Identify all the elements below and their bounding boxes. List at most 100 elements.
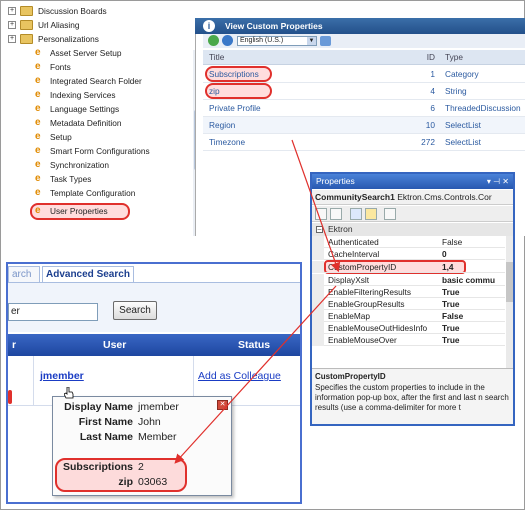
- property-name: EnableMouseOutHidesInfo: [328, 323, 428, 333]
- property-value[interactable]: False: [442, 310, 506, 322]
- window-buttons[interactable]: ▾ ⊣ ✕: [487, 174, 509, 189]
- field-key: Display Name: [64, 401, 133, 413]
- cell-title[interactable]: Private Profile: [209, 100, 261, 117]
- alphabetical-icon[interactable]: [330, 208, 342, 220]
- cell-id: 10: [425, 120, 435, 130]
- properties-scrollbar[interactable]: [506, 236, 513, 368]
- events-icon[interactable]: [365, 208, 377, 220]
- category-ektron[interactable]: – Ektron: [312, 223, 513, 236]
- cell-type: SelectList: [445, 137, 481, 147]
- table-row[interactable]: Timezone 272 SelectList: [203, 134, 525, 151]
- hand-cursor-icon: [64, 387, 74, 399]
- properties-title: Properties: [316, 176, 355, 186]
- folder-icon: [20, 6, 33, 16]
- property-row[interactable]: EnableMap False: [312, 310, 505, 322]
- tree-item-label: Fonts: [50, 62, 71, 72]
- table-row[interactable]: Subscriptions 1 Category: [203, 66, 525, 83]
- tree-item-label: Personalizations: [38, 34, 99, 44]
- cell-type: Category: [445, 69, 479, 79]
- property-value[interactable]: True: [442, 322, 506, 334]
- tree-item-label: Smart Form Configurations: [50, 146, 150, 156]
- properties-window: Properties ▾ ⊣ ✕ CommunitySearch1 Ektron…: [310, 172, 515, 426]
- field-key: zip: [118, 476, 133, 488]
- info-icon: i: [203, 20, 215, 32]
- property-row[interactable]: CacheInterval 0: [312, 248, 505, 260]
- property-row[interactable]: EnableMouseOutHidesInfo True: [312, 322, 505, 334]
- row-gutter: [312, 261, 324, 273]
- cell-title[interactable]: Subscriptions: [209, 66, 259, 83]
- field-key: First Name: [78, 416, 133, 428]
- property-name: CacheInterval: [328, 249, 380, 259]
- property-value[interactable]: 0: [442, 248, 506, 260]
- properties-toolbar: [312, 206, 513, 222]
- property-row[interactable]: Authenticated False: [312, 236, 505, 248]
- expand-icon[interactable]: +: [8, 35, 16, 43]
- ektron-e-icon: e: [35, 103, 41, 114]
- popup-field: Last Name Member: [53, 430, 233, 445]
- field-value: 2: [138, 461, 144, 473]
- ektron-e-icon: e: [35, 117, 41, 128]
- info-icon[interactable]: [222, 35, 233, 46]
- add-colleague-link[interactable]: Add as Colleague: [198, 370, 281, 382]
- search-button[interactable]: Search: [113, 301, 157, 320]
- table-row[interactable]: Region 10 SelectList: [203, 117, 525, 134]
- property-row[interactable]: EnableMouseOver True: [312, 334, 505, 346]
- property-pages-icon[interactable]: [384, 208, 396, 220]
- scroll-thumb[interactable]: [506, 262, 513, 302]
- cell-title[interactable]: Timezone: [209, 134, 245, 151]
- tree-item-label: Discussion Boards: [38, 6, 107, 16]
- language-value: English (U.S.): [240, 37, 284, 44]
- property-value[interactable]: False: [442, 236, 506, 248]
- property-description: CustomPropertyID Specifies the custom pr…: [312, 368, 513, 424]
- property-row[interactable]: EnableGroupResults True: [312, 298, 505, 310]
- ektron-e-icon: e: [35, 187, 41, 198]
- property-value[interactable]: True: [442, 298, 506, 310]
- object-selector[interactable]: CommunitySearch1 Ektron.Cms.Controls.Cor: [312, 190, 513, 205]
- field-value: 03063: [138, 476, 168, 488]
- user-link[interactable]: jmember: [40, 370, 84, 382]
- property-row[interactable]: EnableFilteringResults True: [312, 286, 505, 298]
- tree-item-label: Integrated Search Folder: [50, 76, 142, 86]
- row-gutter: [312, 274, 324, 286]
- categorized-icon[interactable]: [315, 208, 327, 220]
- property-value[interactable]: True: [442, 334, 506, 346]
- property-name: CustomPropertyID: [328, 262, 397, 272]
- tree-item-label: Setup: [50, 132, 72, 142]
- cell-title[interactable]: zip: [209, 83, 220, 100]
- property-value[interactable]: 1,4: [442, 261, 506, 273]
- property-row[interactable]: DisplayXslt basic commu: [312, 274, 505, 286]
- expand-icon[interactable]: +: [8, 21, 16, 29]
- field-value: John: [138, 416, 161, 428]
- cell-id: 272: [421, 137, 435, 147]
- tab-basic-search[interactable]: arch: [8, 266, 40, 282]
- cell-type: String: [445, 86, 467, 96]
- property-value[interactable]: basic commu: [442, 274, 506, 286]
- popup-field: zip 03063: [53, 475, 233, 490]
- property-row[interactable]: CustomPropertyID 1,4: [312, 261, 505, 273]
- table-row[interactable]: zip 4 String: [203, 83, 525, 100]
- column-type[interactable]: Type: [445, 50, 463, 65]
- properties-icon[interactable]: [350, 208, 362, 220]
- table-row[interactable]: Private Profile 6 ThreadedDiscussion: [203, 100, 525, 117]
- object-type: Ektron.Cms.Controls.Cor: [397, 192, 492, 202]
- add-icon[interactable]: [208, 35, 219, 46]
- cell-title[interactable]: Region: [209, 117, 235, 134]
- popup-field: First Name John: [53, 415, 233, 430]
- chevron-down-icon[interactable]: ▼: [307, 37, 316, 45]
- language-select[interactable]: English (U.S.) ▼: [237, 36, 317, 46]
- collapse-icon[interactable]: –: [316, 226, 323, 233]
- column-title[interactable]: Title: [209, 50, 224, 65]
- go-button[interactable]: [320, 36, 331, 46]
- column-id[interactable]: ID: [420, 50, 435, 65]
- tab-advanced-search[interactable]: Advanced Search: [42, 266, 134, 282]
- search-form: er Search: [8, 282, 300, 332]
- row-gutter: [312, 236, 324, 248]
- category-label: Ektron: [328, 224, 353, 234]
- ektron-e-icon: e: [35, 205, 41, 216]
- search-input[interactable]: er: [8, 303, 98, 321]
- panel-title: View Custom Properties: [225, 21, 323, 31]
- tree-item-label: Url Aliasing: [38, 20, 80, 30]
- expand-icon[interactable]: +: [8, 7, 16, 15]
- ektron-e-icon: e: [35, 61, 41, 72]
- property-value[interactable]: True: [442, 286, 506, 298]
